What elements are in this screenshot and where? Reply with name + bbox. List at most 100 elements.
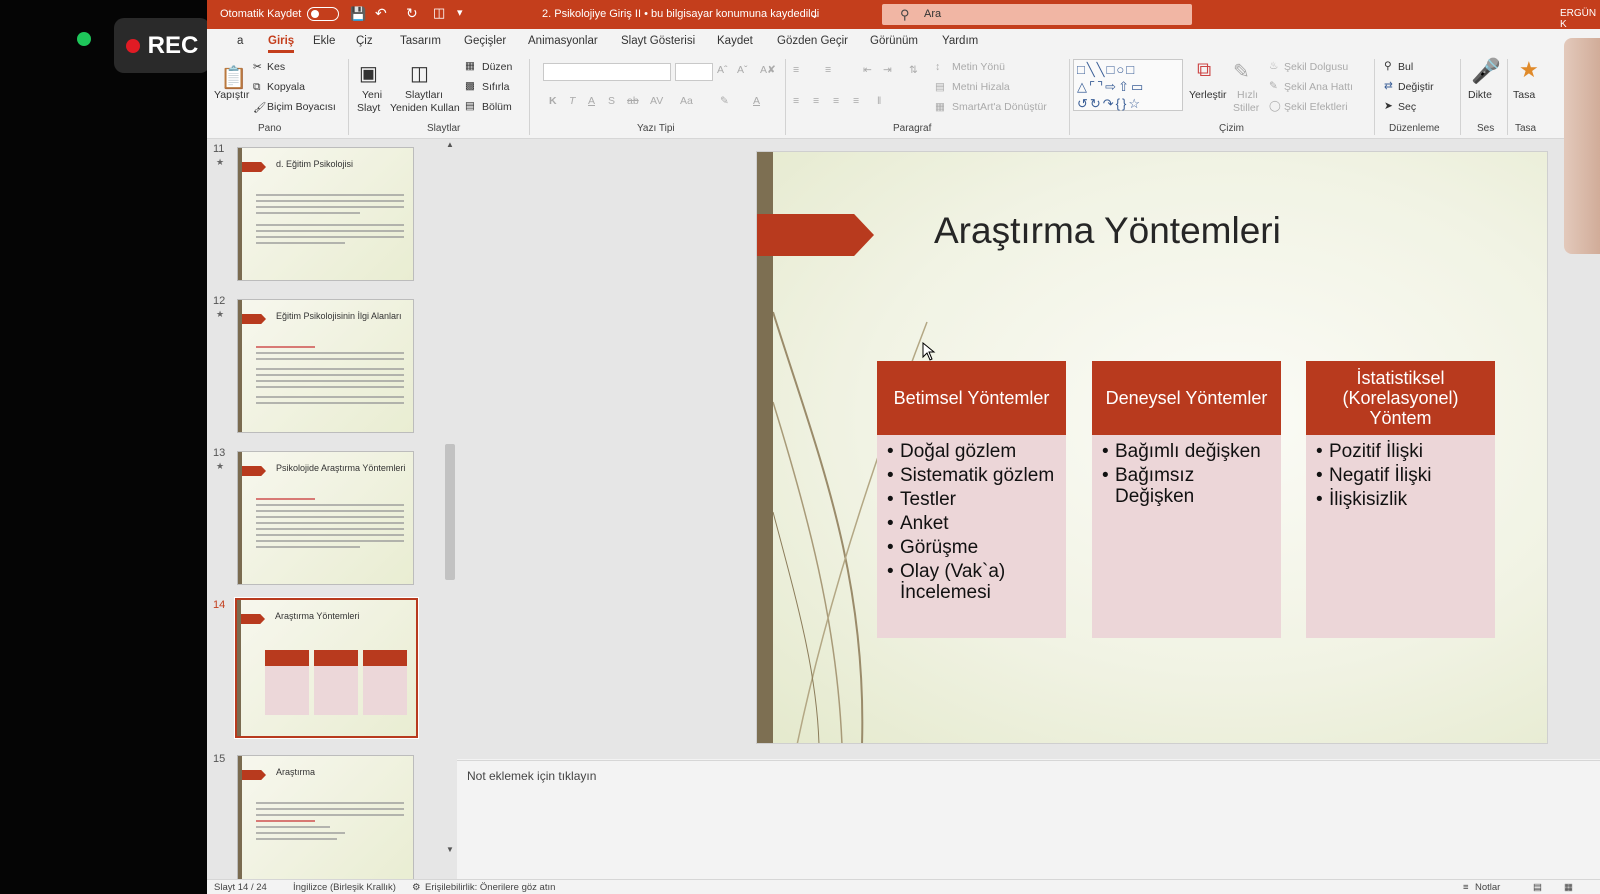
tab-yardim[interactable]: Yardım — [942, 35, 978, 47]
indent-decrease-icon[interactable]: ⇤ — [863, 64, 872, 76]
title-chevron-down-icon[interactable]: ⌄ — [810, 8, 819, 21]
justify-icon[interactable]: ≡ — [853, 95, 859, 107]
user-name[interactable]: ERGÜN K — [1560, 8, 1600, 30]
scrollbar-thumb[interactable] — [445, 444, 455, 580]
shape-effects-button[interactable]: Şekil Efektleri — [1284, 101, 1348, 113]
slide-thumbnail-14[interactable]: Araştırma Yöntemleri — [234, 597, 419, 739]
align-right-icon[interactable]: ≡ — [833, 95, 839, 107]
shape-effects-icon: ◯ — [1269, 100, 1281, 112]
tab-gecisler[interactable]: Geçişler — [464, 35, 506, 47]
smartart-button[interactable]: SmartArt'a Dönüştür — [952, 101, 1047, 113]
notes-button[interactable]: Notlar — [1475, 882, 1500, 893]
shapes-gallery[interactable]: □╲╲□○□ △⌜⌝⇨⇧▭ ↺↻↷{}☆ — [1073, 59, 1183, 111]
indent-increase-icon[interactable]: ⇥ — [883, 64, 892, 76]
shadow-button[interactable]: S — [608, 95, 615, 107]
slide-thumbnail-11[interactable]: d. Eğitim Psikolojisi — [237, 147, 414, 281]
columns-icon[interactable]: ‖ — [877, 95, 881, 107]
thumb-bar — [238, 452, 242, 584]
shrink-font-icon[interactable]: Aˇ — [737, 64, 748, 76]
tab-kaydet[interactable]: Kaydet — [717, 35, 753, 47]
copy-button[interactable]: Kopyala — [267, 81, 305, 93]
numbering-icon[interactable]: ≡ — [825, 64, 831, 76]
tab-tasarim[interactable]: Tasarım — [400, 35, 441, 47]
clear-format-icon[interactable]: A✘ — [760, 64, 776, 76]
designer-button[interactable]: Tasa — [1513, 89, 1535, 101]
italic-button[interactable]: T — [569, 95, 575, 107]
language-status[interactable]: İngilizce (Birleşik Krallık) — [293, 882, 396, 893]
record-dot-icon — [125, 38, 140, 53]
arrange-button[interactable]: Yerleştir — [1189, 89, 1227, 101]
slide-thumbnail-15[interactable]: Araştırma — [237, 755, 414, 889]
align-left-icon[interactable]: ≡ — [793, 95, 799, 107]
reuse-slides-label-1[interactable]: Slaytları — [405, 89, 443, 101]
slide-sorter-icon[interactable]: ▦ — [1564, 882, 1573, 893]
tab-animasyonlar[interactable]: Animasyonlar — [528, 35, 598, 47]
cut-button[interactable]: Kes — [267, 61, 285, 73]
find-button[interactable]: Bul — [1398, 61, 1413, 73]
arrange-icon: ⧉ — [1197, 59, 1212, 81]
shape-fill-button[interactable]: Şekil Dolgusu — [1284, 61, 1348, 73]
font-size-box[interactable] — [675, 63, 713, 81]
column-istatistiksel[interactable]: İstatistiksel (Korelasyonel) Yöntem Pozi… — [1306, 361, 1495, 638]
quick-styles-label-2[interactable]: Stiller — [1233, 102, 1259, 114]
reset-button[interactable]: Sıfırla — [482, 81, 509, 93]
slide-thumbnail-12[interactable]: Eğitim Psikolojisinin İlgi Alanları — [237, 299, 414, 433]
new-slide-label-2[interactable]: Slayt — [357, 102, 380, 114]
paste-button[interactable]: Yapıştır — [214, 89, 249, 101]
underline-button[interactable]: A — [588, 95, 595, 107]
current-slide[interactable]: Araştırma Yöntemleri Betimsel Yöntemler … — [756, 151, 1548, 744]
tab-gorunum[interactable]: Görünüm — [870, 35, 918, 47]
save-icon[interactable]: 💾 — [350, 6, 366, 22]
accessibility-status[interactable]: Erişilebilirlik: Önerilere göz atın — [425, 882, 555, 893]
rec-indicator[interactable]: REC — [114, 18, 210, 73]
slide-thumbnail-13[interactable]: Psikolojide Araştırma Yöntemleri — [237, 451, 414, 585]
column-deneysel[interactable]: Deneysel Yöntemler Bağımlı değişken Bağı… — [1092, 361, 1281, 638]
thumb-title: d. Eğitim Psikolojisi — [276, 159, 354, 169]
font-name-box[interactable] — [543, 63, 671, 81]
paste-icon[interactable]: 📋 — [220, 65, 247, 91]
grow-font-icon[interactable]: Aˆ — [717, 64, 728, 76]
document-title[interactable]: 2. Psikolojiye Giriş II • bu bilgisayar … — [542, 8, 819, 20]
font-color-icon[interactable]: A — [753, 95, 760, 107]
search-box[interactable]: ⚲ Ara — [882, 4, 1192, 25]
section-button[interactable]: Bölüm — [482, 101, 512, 113]
highlight-icon[interactable]: ✎ — [720, 95, 729, 107]
tab-dosya[interactable]: a — [237, 35, 243, 47]
customize-qat-icon[interactable]: ▾ — [457, 6, 463, 19]
tab-gozden-gecir[interactable]: Gözden Geçir — [777, 35, 848, 47]
slide-title[interactable]: Araştırma Yöntemleri — [934, 210, 1281, 252]
shape-outline-button[interactable]: Şekil Ana Hattı — [1284, 81, 1353, 93]
bold-button[interactable]: K — [549, 95, 557, 107]
align-text-button[interactable]: Metni Hizala — [952, 81, 1010, 93]
present-icon[interactable]: ◫ — [433, 5, 445, 21]
spacing-button[interactable]: AV — [650, 95, 663, 107]
format-painter-button[interactable]: Biçim Boyacısı — [267, 101, 336, 113]
reuse-slides-label-2[interactable]: Yeniden Kullan — [390, 102, 460, 114]
notes-pane[interactable]: Not eklemek için tıklayın — [457, 760, 1600, 878]
dictate-button[interactable]: Dikte — [1468, 89, 1492, 101]
align-center-icon[interactable]: ≡ — [813, 95, 819, 107]
thumbnail-scrollbar[interactable]: ▲ ▼ — [443, 139, 457, 879]
tab-ekle[interactable]: Ekle — [313, 35, 335, 47]
column-betimsel[interactable]: Betimsel Yöntemler Doğal gözlem Sistemat… — [877, 361, 1066, 638]
autosave-toggle[interactable] — [307, 7, 339, 21]
line-spacing-icon[interactable]: ⇅ — [909, 64, 918, 76]
select-button[interactable]: Seç — [1398, 101, 1416, 113]
new-slide-label-1[interactable]: Yeni — [362, 89, 382, 101]
normal-view-icon[interactable]: ▤ — [1533, 882, 1542, 893]
text-direction-button[interactable]: Metin Yönü — [952, 61, 1005, 73]
list-item: İlişkisizlik — [1316, 489, 1489, 510]
tab-giris[interactable]: Giriş — [268, 35, 295, 53]
redo-icon[interactable]: ↻ — [406, 5, 418, 22]
scroll-down-icon[interactable]: ▼ — [446, 845, 454, 854]
layout-button[interactable]: Düzen — [482, 61, 512, 73]
case-button[interactable]: Aa — [680, 95, 693, 107]
tab-slayt-gosterisi[interactable]: Slayt Gösterisi — [621, 35, 695, 47]
scroll-up-icon[interactable]: ▲ — [446, 140, 454, 149]
bullets-icon[interactable]: ≡ — [793, 64, 799, 76]
quick-styles-label-1[interactable]: Hızlı — [1237, 89, 1258, 101]
strike-button[interactable]: ab — [627, 95, 639, 107]
replace-button[interactable]: Değiştir — [1398, 81, 1434, 93]
tab-ciz[interactable]: Çiz — [356, 35, 373, 47]
undo-icon[interactable]: ↶ — [375, 5, 387, 22]
